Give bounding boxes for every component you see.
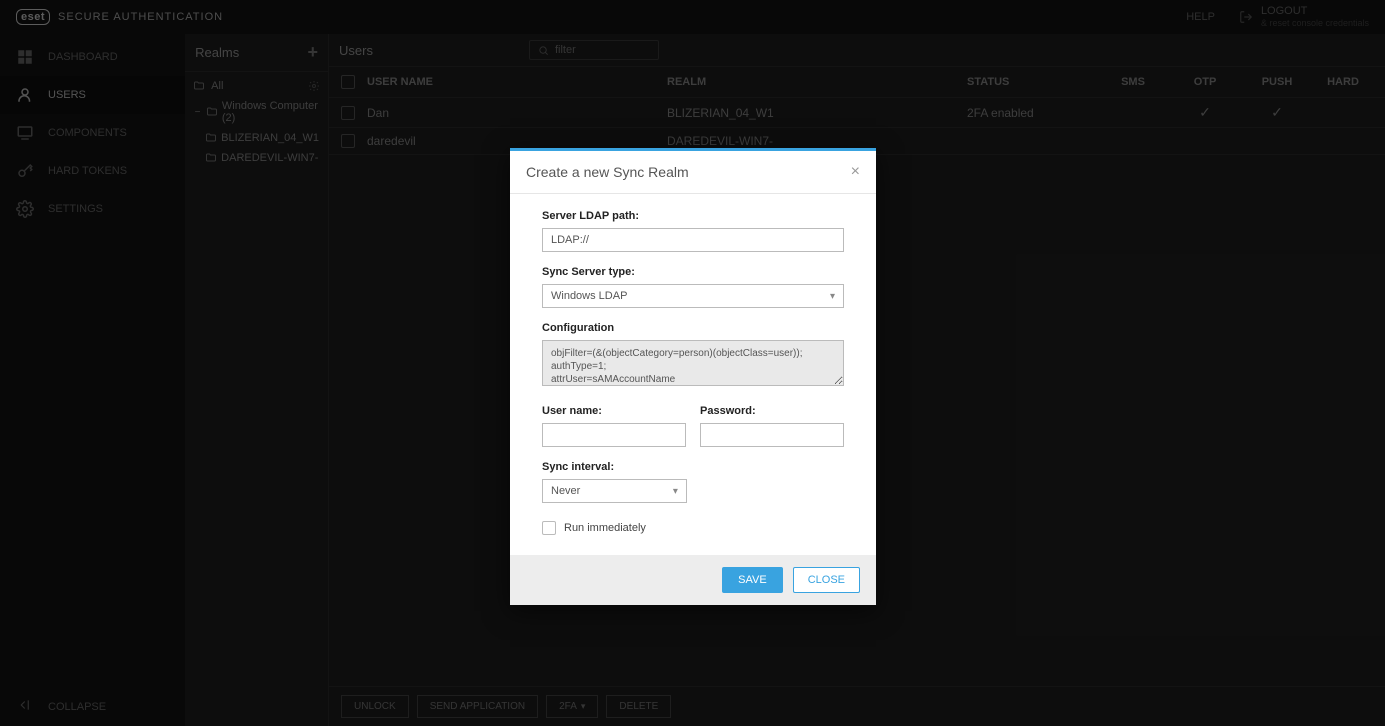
username-input[interactable]: [542, 423, 686, 447]
config-label: Configuration: [542, 322, 844, 334]
run-immediately-label: Run immediately: [564, 522, 646, 534]
close-button[interactable]: CLOSE: [793, 567, 860, 593]
ldap-input[interactable]: [542, 228, 844, 252]
run-immediately-row[interactable]: Run immediately: [542, 521, 844, 535]
type-label: Sync Server type:: [542, 266, 844, 278]
modal-header: Create a new Sync Realm ×: [510, 151, 876, 194]
password-input[interactable]: [700, 423, 844, 447]
ldap-label: Server LDAP path:: [542, 210, 844, 222]
config-textarea[interactable]: objFilter=(&(objectCategory=person)(obje…: [542, 340, 844, 386]
interval-value: Never: [551, 485, 580, 497]
chevron-down-icon: ▾: [673, 486, 678, 497]
username-label: User name:: [542, 405, 686, 417]
password-label: Password:: [700, 405, 844, 417]
modal-sync-realm: Create a new Sync Realm × Server LDAP pa…: [510, 148, 876, 605]
save-button[interactable]: SAVE: [722, 567, 783, 593]
modal-footer: SAVE CLOSE: [510, 555, 876, 605]
interval-label: Sync interval:: [542, 461, 844, 473]
interval-select[interactable]: Never ▾: [542, 479, 687, 503]
run-immediately-checkbox[interactable]: [542, 521, 556, 535]
close-icon[interactable]: ×: [851, 163, 860, 181]
modal-title: Create a new Sync Realm: [526, 164, 689, 180]
type-select[interactable]: Windows LDAP ▾: [542, 284, 844, 308]
chevron-down-icon: ▾: [830, 291, 835, 302]
modal-body: Server LDAP path: Sync Server type: Wind…: [510, 194, 876, 555]
type-value: Windows LDAP: [551, 290, 627, 302]
